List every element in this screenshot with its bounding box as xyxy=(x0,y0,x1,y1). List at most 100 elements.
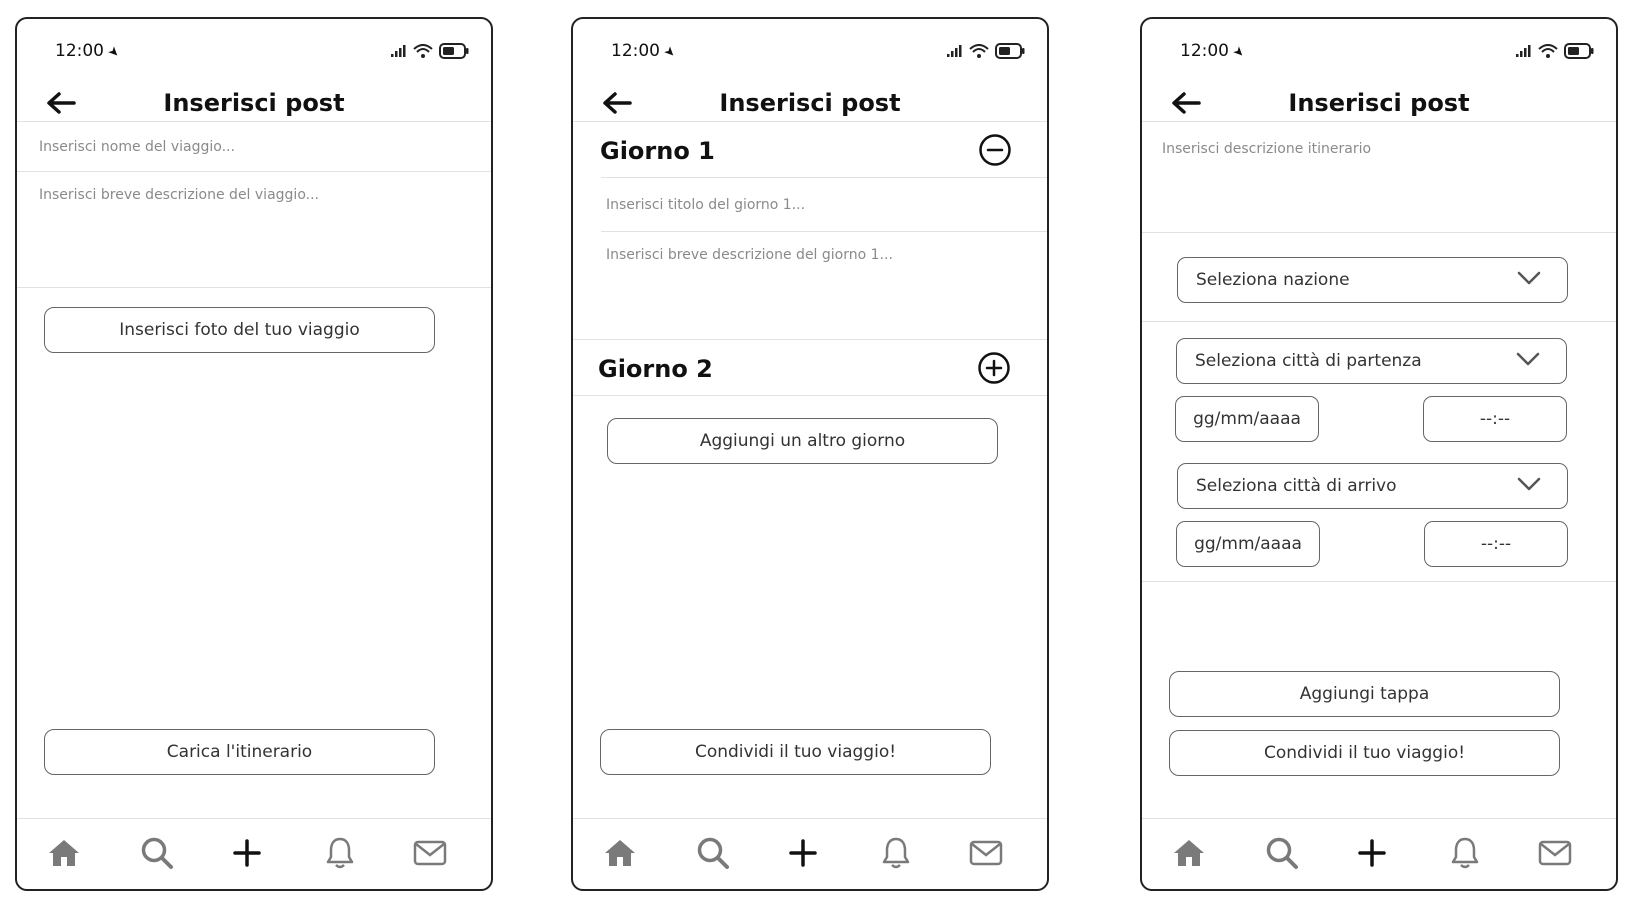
home-icon xyxy=(1174,840,1204,866)
header: Inserisci post xyxy=(573,75,1047,145)
tab-home[interactable] xyxy=(1169,833,1209,873)
search-icon xyxy=(1266,837,1298,869)
header: Inserisci post xyxy=(17,75,491,145)
itinerary-description-input[interactable]: Inserisci descrizione itinerario xyxy=(1162,141,1592,221)
home-icon xyxy=(605,840,635,866)
mail-icon xyxy=(969,840,1003,866)
status-time-text: 12:00 xyxy=(1180,41,1229,61)
divider xyxy=(601,231,1047,232)
location-arrow-icon: ➤ xyxy=(104,43,123,62)
country-select-label: Seleziona nazione xyxy=(1196,270,1350,290)
plus-icon xyxy=(233,839,261,867)
trip-name-input[interactable]: Inserisci nome del viaggio... xyxy=(39,139,459,155)
tab-notifications[interactable] xyxy=(876,833,916,873)
status-time: 12:00➤ xyxy=(1180,41,1248,62)
day-1-description-input[interactable]: Inserisci breve descrizione del giorno 1… xyxy=(606,247,1006,327)
trip-description-input[interactable]: Inserisci breve descrizione del viaggio.… xyxy=(39,187,459,277)
minus-circle-icon xyxy=(979,134,1011,166)
tab-add-post[interactable] xyxy=(783,833,823,873)
bell-icon xyxy=(882,837,910,869)
tab-search[interactable] xyxy=(1262,833,1302,873)
share-trip-button[interactable]: Condividi il tuo viaggio! xyxy=(600,729,991,775)
wifi-icon xyxy=(969,44,989,58)
divider xyxy=(1142,321,1616,322)
divider xyxy=(17,121,491,122)
tab-home[interactable] xyxy=(44,833,84,873)
day-1-title-input[interactable]: Inserisci titolo del giorno 1... xyxy=(606,197,1006,213)
plus-icon xyxy=(1358,839,1386,867)
status-icons xyxy=(947,43,1025,59)
page-title: Inserisci post xyxy=(163,89,345,117)
battery-icon xyxy=(1564,43,1594,59)
status-bar: 12:00➤ xyxy=(17,19,491,69)
day-2-title: Giorno 2 xyxy=(598,355,713,383)
status-bar: 12:00➤ xyxy=(573,19,1047,69)
mail-icon xyxy=(1538,840,1572,866)
tab-notifications[interactable] xyxy=(320,833,360,873)
divider xyxy=(1142,581,1616,582)
divider xyxy=(573,395,1047,396)
tab-messages[interactable] xyxy=(1535,833,1575,873)
signal-icon xyxy=(391,45,406,57)
tab-search[interactable] xyxy=(137,833,177,873)
plus-circle-icon xyxy=(978,352,1010,384)
departure-city-select-label: Seleziona città di partenza xyxy=(1195,351,1422,371)
add-day-button[interactable]: Aggiungi un altro giorno xyxy=(607,418,998,464)
signal-icon xyxy=(947,45,962,57)
tab-bar xyxy=(1142,818,1616,889)
location-arrow-icon: ➤ xyxy=(1229,43,1248,62)
phone-screen-3: 12:00➤ Inserisci post Inserisci descrizi… xyxy=(1140,17,1618,891)
departure-time-input[interactable]: --:-- xyxy=(1423,396,1567,442)
divider xyxy=(573,121,1047,122)
status-time: 12:00➤ xyxy=(611,41,679,62)
divider xyxy=(17,171,491,172)
page-title: Inserisci post xyxy=(719,89,901,117)
bell-icon xyxy=(326,837,354,869)
bell-icon xyxy=(1451,837,1479,869)
page-title: Inserisci post xyxy=(1288,89,1470,117)
arrival-time-input[interactable]: --:-- xyxy=(1424,521,1568,567)
upload-itinerary-button[interactable]: Carica l'itinerario xyxy=(44,729,435,775)
add-stop-button[interactable]: Aggiungi tappa xyxy=(1169,671,1560,717)
country-select[interactable]: Seleziona nazione xyxy=(1177,257,1568,303)
day-1-title: Giorno 1 xyxy=(600,137,715,165)
expand-day-2-button[interactable] xyxy=(977,351,1011,385)
header: Inserisci post xyxy=(1142,75,1616,145)
tab-bar xyxy=(573,818,1047,889)
collapse-day-1-button[interactable] xyxy=(978,133,1012,167)
tab-bar xyxy=(17,818,491,889)
divider xyxy=(1142,121,1616,122)
departure-city-select[interactable]: Seleziona città di partenza xyxy=(1176,338,1567,384)
home-icon xyxy=(49,840,79,866)
share-trip-button[interactable]: Condividi il tuo viaggio! xyxy=(1169,730,1560,776)
divider xyxy=(17,287,491,288)
status-icons xyxy=(391,43,469,59)
departure-date-input[interactable]: gg/mm/aaaa xyxy=(1175,396,1319,442)
chevron-down-icon xyxy=(1517,477,1541,491)
status-time-text: 12:00 xyxy=(611,41,660,61)
phone-screen-2: 12:00➤ Inserisci post Giorno 1 Inserisci… xyxy=(571,17,1049,891)
divider xyxy=(601,177,1047,178)
wifi-icon xyxy=(1538,44,1558,58)
arrival-city-select-label: Seleziona città di arrivo xyxy=(1196,476,1397,496)
tab-add-post[interactable] xyxy=(227,833,267,873)
tab-home[interactable] xyxy=(600,833,640,873)
plus-icon xyxy=(789,839,817,867)
mail-icon xyxy=(413,840,447,866)
wifi-icon xyxy=(413,44,433,58)
arrival-city-select[interactable]: Seleziona città di arrivo xyxy=(1177,463,1568,509)
location-arrow-icon: ➤ xyxy=(660,43,679,62)
status-time: 12:00➤ xyxy=(55,41,123,62)
tab-messages[interactable] xyxy=(410,833,450,873)
phone-screen-1: 12:00➤ Inserisci post Inserisci nome del… xyxy=(15,17,493,891)
tab-search[interactable] xyxy=(693,833,733,873)
arrival-date-input[interactable]: gg/mm/aaaa xyxy=(1176,521,1320,567)
tab-add-post[interactable] xyxy=(1352,833,1392,873)
tab-notifications[interactable] xyxy=(1445,833,1485,873)
upload-photo-button[interactable]: Inserisci foto del tuo viaggio xyxy=(44,307,435,353)
search-icon xyxy=(697,837,729,869)
signal-icon xyxy=(1516,45,1531,57)
status-bar: 12:00➤ xyxy=(1142,19,1616,69)
tab-messages[interactable] xyxy=(966,833,1006,873)
battery-icon xyxy=(439,43,469,59)
